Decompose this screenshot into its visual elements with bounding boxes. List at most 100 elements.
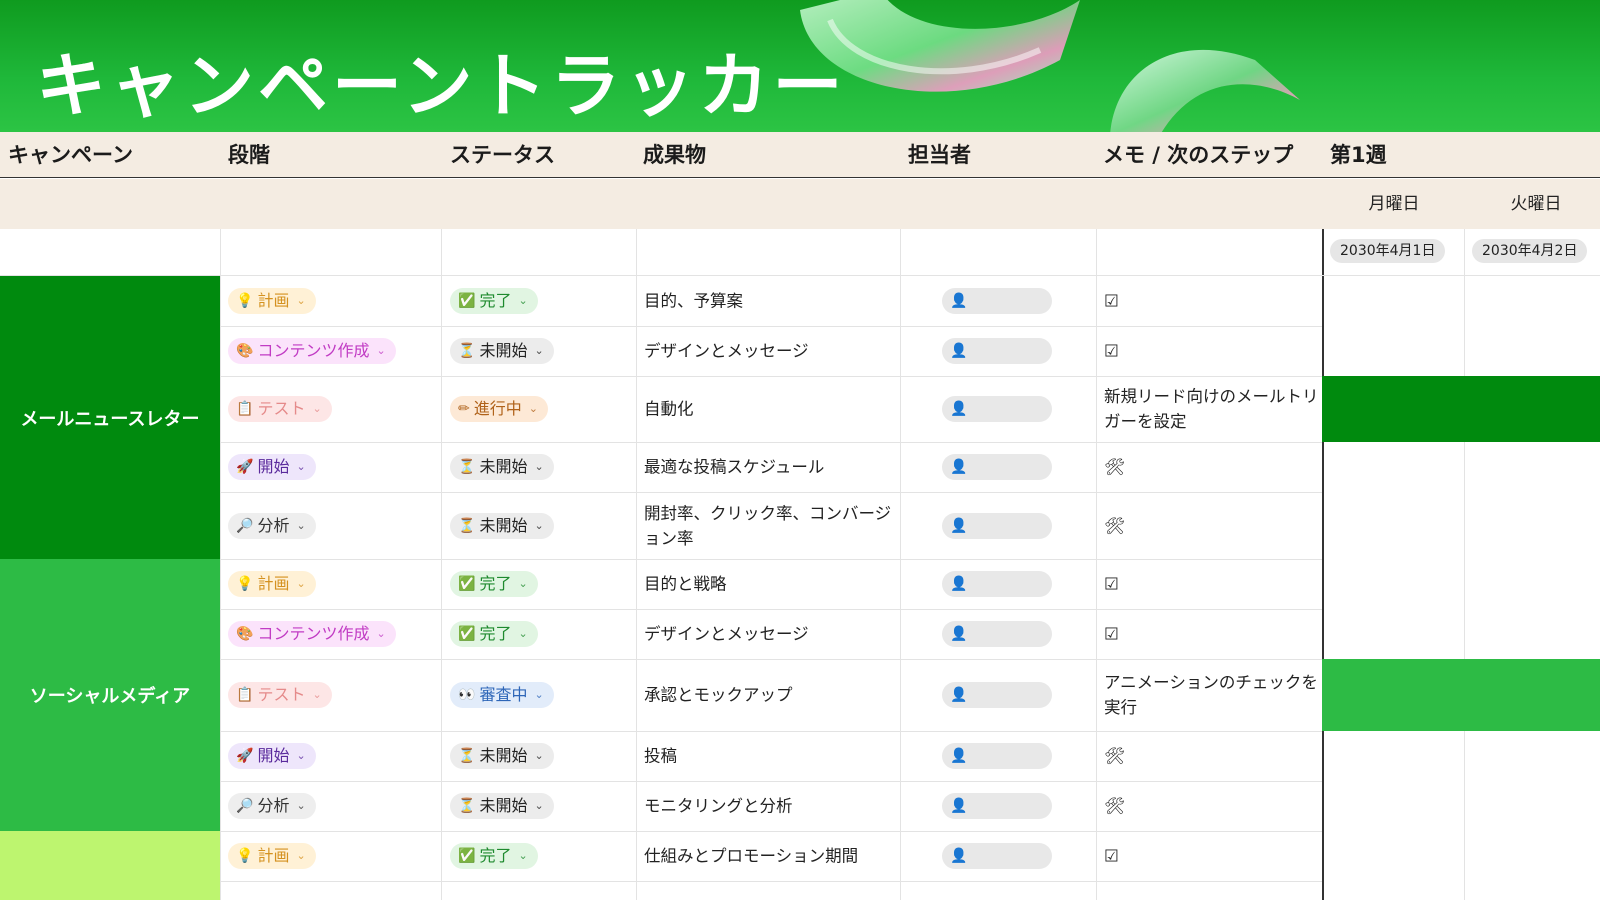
stage-select[interactable]: 🎨 コンテンツ作成 ⌄ [228,621,396,647]
stage-icon: 🎨 [236,343,254,359]
chevron-down-icon: ⌄ [296,849,306,862]
deliverable-text[interactable]: モニタリングと分析 [644,794,894,819]
chevron-down-icon: ⌄ [296,577,306,590]
stage-select[interactable]: 💡 計画 ⌄ [228,843,316,869]
memo-text[interactable]: ☑ [1104,622,1320,647]
deliverable-text[interactable]: 最適な投稿スケジュール [644,455,894,480]
chevron-down-icon: ⌄ [518,627,528,640]
deliverable-text[interactable]: 開封率、クリック率、コンバージョン率 [644,501,894,551]
owner-field[interactable]: 👤 [942,621,1052,647]
status-label: 未開始 [479,796,528,815]
status-label: 完了 [479,574,512,593]
status-label: 未開始 [479,515,528,535]
table-row: 🎨 コンテンツ作成 ⌄ ⏳ 未開始 ⌄ デザインとメッセージ 👤 ☑ [220,326,1600,376]
person-icon: 👤 [950,748,968,764]
owner-field[interactable]: 👤 [942,454,1052,480]
person-icon: 👤 [950,626,968,642]
chevron-down-icon: ⌄ [534,460,544,473]
chevron-down-icon: ⌄ [312,688,322,701]
status-select[interactable]: ⏳ 未開始 ⌄ [450,743,554,769]
owner-field[interactable]: 👤 [942,743,1052,769]
campaign-cell-third[interactable] [0,831,220,900]
deliverable-text[interactable]: 目的と戦略 [644,572,894,597]
memo-text[interactable]: ☑ [1104,289,1320,314]
stage-label: テスト [257,685,306,704]
owner-field[interactable]: 👤 [942,682,1052,708]
stage-select[interactable]: 🚀 開始 ⌄ [228,454,316,480]
stage-label: テスト [257,399,306,418]
status-select[interactable]: 👀 審査中 ⌄ [450,682,554,708]
stage-select[interactable]: 🎨 コンテンツ作成 ⌄ [228,338,396,364]
stage-icon: 💡 [236,293,254,309]
memo-text[interactable]: 🛠 [1104,794,1320,819]
stage-select[interactable]: 💡 計画 ⌄ [228,571,316,597]
memo-text[interactable]: ☑ [1104,339,1320,364]
owner-field[interactable]: 👤 [942,793,1052,819]
stage-select[interactable]: 🔎 分析 ⌄ [228,512,316,539]
person-icon: 👤 [950,798,968,814]
status-select[interactable]: ⏳ 未開始 ⌄ [450,793,554,819]
chevron-down-icon: ⌄ [296,294,306,307]
chevron-down-icon: ⌄ [376,344,386,357]
owner-field[interactable]: 👤 [942,843,1052,869]
deliverable-text[interactable]: 承認とモックアップ [644,683,894,708]
memo-text[interactable]: 新規リード向けのメールトリガーを設定 [1104,384,1320,434]
stage-icon: 💡 [236,576,254,592]
deliverable-text[interactable]: 目的、予算案 [644,289,894,314]
table-header: キャンペーン 段階 ステータス 成果物 担当者 メモ / 次のステップ 第1週 [0,132,1600,178]
chevron-down-icon: ⌄ [534,344,544,357]
memo-text[interactable]: アニメーションのチェックを実行 [1104,670,1320,720]
stage-select[interactable]: 🔎 分析 ⌄ [228,793,316,819]
table-row: 🎨 コンテンツ作成 ⌄ ✅ 完了 ⌄ デザインとメッセージ 👤 ☑ [220,609,1600,659]
status-select[interactable]: ⏳ 未開始 ⌄ [450,512,554,539]
memo-text[interactable]: 🛠 [1104,455,1320,480]
owner-field[interactable]: 👤 [942,512,1052,539]
memo-text[interactable]: 🛠 [1104,513,1320,538]
stage-icon: 🚀 [236,748,254,764]
owner-field[interactable]: 👤 [942,571,1052,597]
memo-text[interactable]: 🛠 [1104,744,1320,769]
table-row: 📋 テスト ⌄ ✏ 進行中 ⌄ 自動化 👤 新規リード向けのメールトリガーを設定 [220,376,1600,442]
stage-select[interactable]: 🚀 開始 ⌄ [228,743,316,769]
stage-select[interactable]: 📋 テスト ⌄ [228,682,332,708]
status-select[interactable]: ✅ 完了 ⌄ [450,288,538,314]
stage-icon: 🔎 [236,517,254,534]
header-status: ステータス [450,143,555,167]
stage-icon: 🎨 [236,626,254,642]
chevron-down-icon: ⌄ [534,518,544,532]
status-select[interactable]: ✅ 完了 ⌄ [450,571,538,597]
status-select[interactable]: ✏ 進行中 ⌄ [450,396,548,422]
campaign-cell-social[interactable]: ソーシャルメディア [0,559,220,831]
owner-field[interactable]: 👤 [942,396,1052,422]
deliverable-text[interactable]: 仕組みとプロモーション期間 [644,844,894,869]
status-select[interactable]: ⏳ 未開始 ⌄ [450,338,554,364]
stage-select[interactable]: 💡 計画 ⌄ [228,288,316,314]
stage-label: 開始 [257,457,290,476]
chevron-down-icon: ⌄ [296,460,306,473]
stage-label: 分析 [257,515,290,535]
owner-field[interactable]: 👤 [942,288,1052,314]
status-select[interactable]: ✅ 完了 ⌄ [450,621,538,647]
person-icon: 👤 [950,576,968,592]
header-memo: メモ / 次のステップ [1103,143,1294,167]
stage-label: コンテンツ作成 [257,341,370,360]
chevron-down-icon: ⌄ [296,799,306,812]
owner-field[interactable]: 👤 [942,338,1052,364]
person-icon: 👤 [950,293,968,309]
decorative-ring-small [1110,50,1300,132]
deliverable-text[interactable]: デザインとメッセージ [644,339,894,364]
deliverable-text[interactable]: 投稿 [644,744,894,769]
memo-text[interactable]: ☑ [1104,844,1320,869]
campaign-table: 2030年4月1日 2030年4月2日 メールニュースレター ソーシャルメディア… [0,229,1600,900]
header-campaign: キャンペーン [8,143,133,167]
status-label: 完了 [479,291,512,310]
deliverable-text[interactable]: 自動化 [644,397,894,422]
chevron-down-icon: ⌄ [518,294,528,307]
table-row: 🔎 分析 ⌄ ⏳ 未開始 ⌄ モニタリングと分析 👤 🛠 [220,781,1600,831]
campaign-cell-email[interactable]: メールニュースレター [0,276,220,559]
memo-text[interactable]: ☑ [1104,572,1320,597]
deliverable-text[interactable]: デザインとメッセージ [644,622,894,647]
status-select[interactable]: ✅ 完了 ⌄ [450,843,538,869]
status-select[interactable]: ⏳ 未開始 ⌄ [450,454,554,480]
stage-select[interactable]: 📋 テスト ⌄ [228,396,332,422]
